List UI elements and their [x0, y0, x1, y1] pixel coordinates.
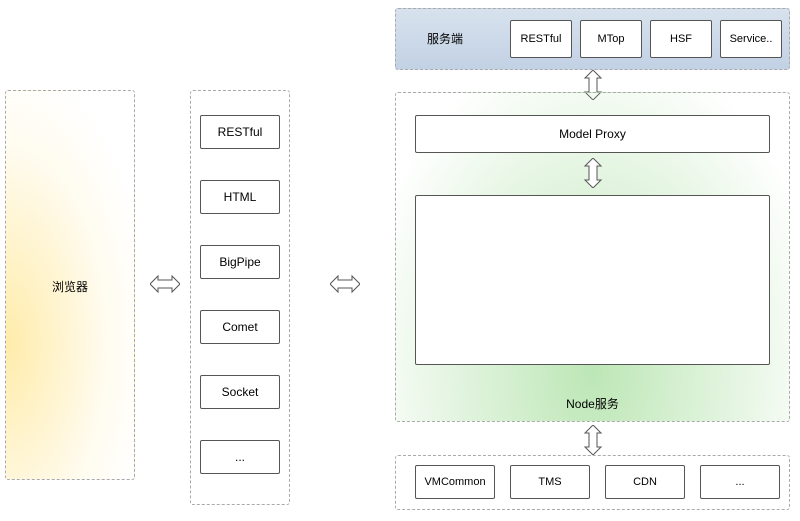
bottom-item-label: ... [735, 476, 744, 488]
protocol-label: ... [235, 450, 245, 464]
bottom-item-label: CDN [633, 476, 657, 488]
server-item-label: MTop [598, 33, 625, 45]
bottom-item-vmcommon: VMCommon [415, 465, 495, 499]
server-item-label: Service.. [730, 33, 773, 45]
server-item-restful: RESTful [510, 20, 572, 58]
bottom-item-more: ... [700, 465, 780, 499]
protocol-item-comet: Comet [200, 310, 280, 344]
server-item-label: RESTful [521, 33, 562, 45]
arrow-browser-protocols [150, 273, 180, 295]
protocol-label: HTML [224, 190, 257, 204]
bottom-item-label: VMCommon [424, 476, 485, 488]
protocol-item-more: ... [200, 440, 280, 474]
bottom-item-tms: TMS [510, 465, 590, 499]
server-item-service: Service.. [720, 20, 782, 58]
protocol-label: Socket [222, 385, 259, 399]
protocol-item-restful: RESTful [200, 115, 280, 149]
node-label: Node服务 [395, 395, 790, 412]
server-label: 服务端 [405, 30, 485, 47]
arrow-protocols-node [330, 273, 360, 295]
model-proxy-label: Model Proxy [559, 127, 626, 141]
server-item-mtop: MTop [580, 20, 642, 58]
protocol-item-bigpipe: BigPipe [200, 245, 280, 279]
server-item-hsf: HSF [650, 20, 712, 58]
arrow-modelproxy-inner [582, 158, 604, 188]
browser-label: 浏览器 [5, 278, 135, 295]
server-item-label: HSF [670, 33, 692, 45]
protocol-label: RESTful [218, 125, 263, 139]
bottom-item-cdn: CDN [605, 465, 685, 499]
protocol-label: BigPipe [219, 255, 260, 269]
protocol-label: Comet [222, 320, 257, 334]
arrow-node-bottom [582, 425, 604, 455]
protocol-item-html: HTML [200, 180, 280, 214]
bottom-item-label: TMS [538, 476, 561, 488]
model-proxy-box: Model Proxy [415, 115, 770, 153]
protocol-item-socket: Socket [200, 375, 280, 409]
node-inner-box [415, 195, 770, 365]
